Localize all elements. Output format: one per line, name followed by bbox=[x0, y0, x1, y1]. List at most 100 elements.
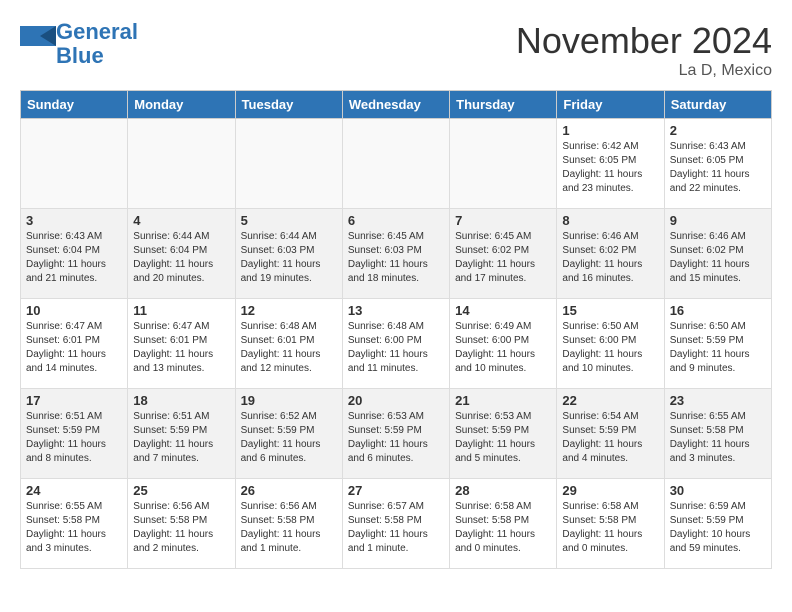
calendar-week-0: 1 Sunrise: 6:42 AM Sunset: 6:05 PM Daylig… bbox=[21, 119, 772, 209]
day-number: 16 bbox=[670, 303, 766, 318]
day-info: Sunrise: 6:44 AM Sunset: 6:04 PM Dayligh… bbox=[133, 230, 229, 286]
logo-icon bbox=[20, 26, 56, 62]
calendar-table: SundayMondayTuesdayWednesdayThursdayFrid… bbox=[20, 90, 772, 569]
location: La D, Mexico bbox=[516, 62, 772, 80]
day-number: 8 bbox=[562, 213, 658, 228]
day-number: 22 bbox=[562, 393, 658, 408]
calendar-day-11: 11Sunrise: 6:47 AM Sunset: 6:01 PM Dayli… bbox=[128, 299, 235, 389]
calendar-day-12: 12 Sunrise: 6:48 AM Sunset: 6:01 PM Dayli… bbox=[235, 299, 342, 389]
calendar-header-monday: Monday bbox=[128, 91, 235, 119]
title-block: November 2024 La D, Mexico bbox=[516, 20, 772, 80]
calendar-day-27: 27 Sunrise: 6:57 AM Sunset: 5:58 PM Dayli… bbox=[342, 479, 449, 569]
day-number: 7 bbox=[455, 213, 551, 228]
day-info: Sunrise: 6:55 AM Sunset: 5:58 PM Dayligh… bbox=[26, 500, 122, 556]
day-info: Sunrise: 6:45 AM Sunset: 6:03 PM Dayligh… bbox=[348, 230, 444, 286]
calendar-day-21: 21 Sunrise: 6:53 AM Sunset: 5:59 PM Dayli… bbox=[450, 389, 557, 479]
calendar-day-empty bbox=[21, 119, 128, 209]
day-number: 2 bbox=[670, 123, 766, 138]
calendar-day-18: 18Sunrise: 6:51 AM Sunset: 5:59 PM Dayli… bbox=[128, 389, 235, 479]
calendar-day-13: 13Sunrise: 6:48 AM Sunset: 6:00 PM Dayli… bbox=[342, 299, 449, 389]
day-info: Sunrise: 6:47 AM Sunset: 6:01 PM Dayligh… bbox=[26, 320, 122, 376]
day-number: 24 bbox=[26, 483, 122, 498]
day-number: 3 bbox=[26, 213, 122, 228]
month-title: November 2024 bbox=[516, 20, 772, 62]
day-number: 21 bbox=[455, 393, 551, 408]
day-number: 10 bbox=[26, 303, 122, 318]
day-info: Sunrise: 6:55 AM Sunset: 5:58 PM Dayligh… bbox=[670, 410, 766, 466]
day-number: 12 bbox=[241, 303, 337, 318]
day-info: Sunrise: 6:43 AM Sunset: 6:05 PM Dayligh… bbox=[670, 140, 766, 196]
calendar-day-28: 28 Sunrise: 6:58 AM Sunset: 5:58 PM Dayli… bbox=[450, 479, 557, 569]
day-number: 20 bbox=[348, 393, 444, 408]
day-info: Sunrise: 6:57 AM Sunset: 5:58 PM Dayligh… bbox=[348, 500, 444, 556]
day-number: 19 bbox=[241, 393, 337, 408]
calendar-day-14: 14 Sunrise: 6:49 AM Sunset: 6:00 PM Dayli… bbox=[450, 299, 557, 389]
day-info: Sunrise: 6:43 AM Sunset: 6:04 PM Dayligh… bbox=[26, 230, 122, 286]
day-info: Sunrise: 6:56 AM Sunset: 5:58 PM Dayligh… bbox=[133, 500, 229, 556]
day-info: Sunrise: 6:50 AM Sunset: 5:59 PM Dayligh… bbox=[670, 320, 766, 376]
day-number: 25 bbox=[133, 483, 229, 498]
calendar-day-empty bbox=[128, 119, 235, 209]
calendar-day-23: 23 Sunrise: 6:55 AM Sunset: 5:58 PM Dayli… bbox=[664, 389, 771, 479]
day-number: 5 bbox=[241, 213, 337, 228]
day-number: 26 bbox=[241, 483, 337, 498]
day-info: Sunrise: 6:53 AM Sunset: 5:59 PM Dayligh… bbox=[348, 410, 444, 466]
day-info: Sunrise: 6:58 AM Sunset: 5:58 PM Dayligh… bbox=[562, 500, 658, 556]
day-number: 11 bbox=[133, 303, 229, 318]
calendar-header-row: SundayMondayTuesdayWednesdayThursdayFrid… bbox=[21, 91, 772, 119]
day-info: Sunrise: 6:48 AM Sunset: 6:01 PM Dayligh… bbox=[241, 320, 337, 376]
calendar-day-3: 3 Sunrise: 6:43 AM Sunset: 6:04 PM Daylig… bbox=[21, 209, 128, 299]
calendar-day-empty bbox=[450, 119, 557, 209]
calendar-week-3: 17Sunrise: 6:51 AM Sunset: 5:59 PM Dayli… bbox=[21, 389, 772, 479]
day-info: Sunrise: 6:53 AM Sunset: 5:59 PM Dayligh… bbox=[455, 410, 551, 466]
day-number: 4 bbox=[133, 213, 229, 228]
calendar-day-empty bbox=[235, 119, 342, 209]
day-info: Sunrise: 6:49 AM Sunset: 6:00 PM Dayligh… bbox=[455, 320, 551, 376]
day-number: 6 bbox=[348, 213, 444, 228]
calendar-day-16: 16 Sunrise: 6:50 AM Sunset: 5:59 PM Dayli… bbox=[664, 299, 771, 389]
day-number: 27 bbox=[348, 483, 444, 498]
calendar-day-9: 9Sunrise: 6:46 AM Sunset: 6:02 PM Daylig… bbox=[664, 209, 771, 299]
calendar-day-7: 7 Sunrise: 6:45 AM Sunset: 6:02 PM Daylig… bbox=[450, 209, 557, 299]
day-info: Sunrise: 6:50 AM Sunset: 6:00 PM Dayligh… bbox=[562, 320, 658, 376]
calendar-day-22: 22 Sunrise: 6:54 AM Sunset: 5:59 PM Dayli… bbox=[557, 389, 664, 479]
day-number: 28 bbox=[455, 483, 551, 498]
calendar-day-15: 15 Sunrise: 6:50 AM Sunset: 6:00 PM Dayli… bbox=[557, 299, 664, 389]
day-info: Sunrise: 6:51 AM Sunset: 5:59 PM Dayligh… bbox=[26, 410, 122, 466]
day-info: Sunrise: 6:59 AM Sunset: 5:59 PM Dayligh… bbox=[670, 500, 766, 556]
day-number: 1 bbox=[562, 123, 658, 138]
calendar-header-tuesday: Tuesday bbox=[235, 91, 342, 119]
day-info: Sunrise: 6:45 AM Sunset: 6:02 PM Dayligh… bbox=[455, 230, 551, 286]
day-info: Sunrise: 6:42 AM Sunset: 6:05 PM Dayligh… bbox=[562, 140, 658, 196]
calendar-day-19: 19Sunrise: 6:52 AM Sunset: 5:59 PM Dayli… bbox=[235, 389, 342, 479]
calendar-header-sunday: Sunday bbox=[21, 91, 128, 119]
calendar-day-25: 25 Sunrise: 6:56 AM Sunset: 5:58 PM Dayli… bbox=[128, 479, 235, 569]
logo: General Blue bbox=[20, 20, 138, 68]
day-number: 9 bbox=[670, 213, 766, 228]
day-number: 18 bbox=[133, 393, 229, 408]
day-info: Sunrise: 6:54 AM Sunset: 5:59 PM Dayligh… bbox=[562, 410, 658, 466]
calendar-day-17: 17Sunrise: 6:51 AM Sunset: 5:59 PM Dayli… bbox=[21, 389, 128, 479]
day-info: Sunrise: 6:44 AM Sunset: 6:03 PM Dayligh… bbox=[241, 230, 337, 286]
calendar-day-10: 10 Sunrise: 6:47 AM Sunset: 6:01 PM Dayli… bbox=[21, 299, 128, 389]
logo-text: General Blue bbox=[56, 20, 138, 68]
day-number: 15 bbox=[562, 303, 658, 318]
calendar-week-1: 3 Sunrise: 6:43 AM Sunset: 6:04 PM Daylig… bbox=[21, 209, 772, 299]
day-number: 29 bbox=[562, 483, 658, 498]
calendar-day-20: 20 Sunrise: 6:53 AM Sunset: 5:59 PM Dayli… bbox=[342, 389, 449, 479]
day-info: Sunrise: 6:56 AM Sunset: 5:58 PM Dayligh… bbox=[241, 500, 337, 556]
calendar-header-saturday: Saturday bbox=[664, 91, 771, 119]
page-header: General Blue November 2024 La D, Mexico bbox=[20, 20, 772, 80]
calendar-day-29: 29 Sunrise: 6:58 AM Sunset: 5:58 PM Dayli… bbox=[557, 479, 664, 569]
calendar-day-26: 26 Sunrise: 6:56 AM Sunset: 5:58 PM Dayli… bbox=[235, 479, 342, 569]
calendar-header-wednesday: Wednesday bbox=[342, 91, 449, 119]
calendar-day-1: 1 Sunrise: 6:42 AM Sunset: 6:05 PM Daylig… bbox=[557, 119, 664, 209]
day-number: 13 bbox=[348, 303, 444, 318]
day-number: 23 bbox=[670, 393, 766, 408]
day-number: 14 bbox=[455, 303, 551, 318]
calendar-day-6: 6 Sunrise: 6:45 AM Sunset: 6:03 PM Daylig… bbox=[342, 209, 449, 299]
day-info: Sunrise: 6:58 AM Sunset: 5:58 PM Dayligh… bbox=[455, 500, 551, 556]
day-number: 30 bbox=[670, 483, 766, 498]
day-info: Sunrise: 6:46 AM Sunset: 6:02 PM Dayligh… bbox=[562, 230, 658, 286]
calendar-day-empty bbox=[342, 119, 449, 209]
